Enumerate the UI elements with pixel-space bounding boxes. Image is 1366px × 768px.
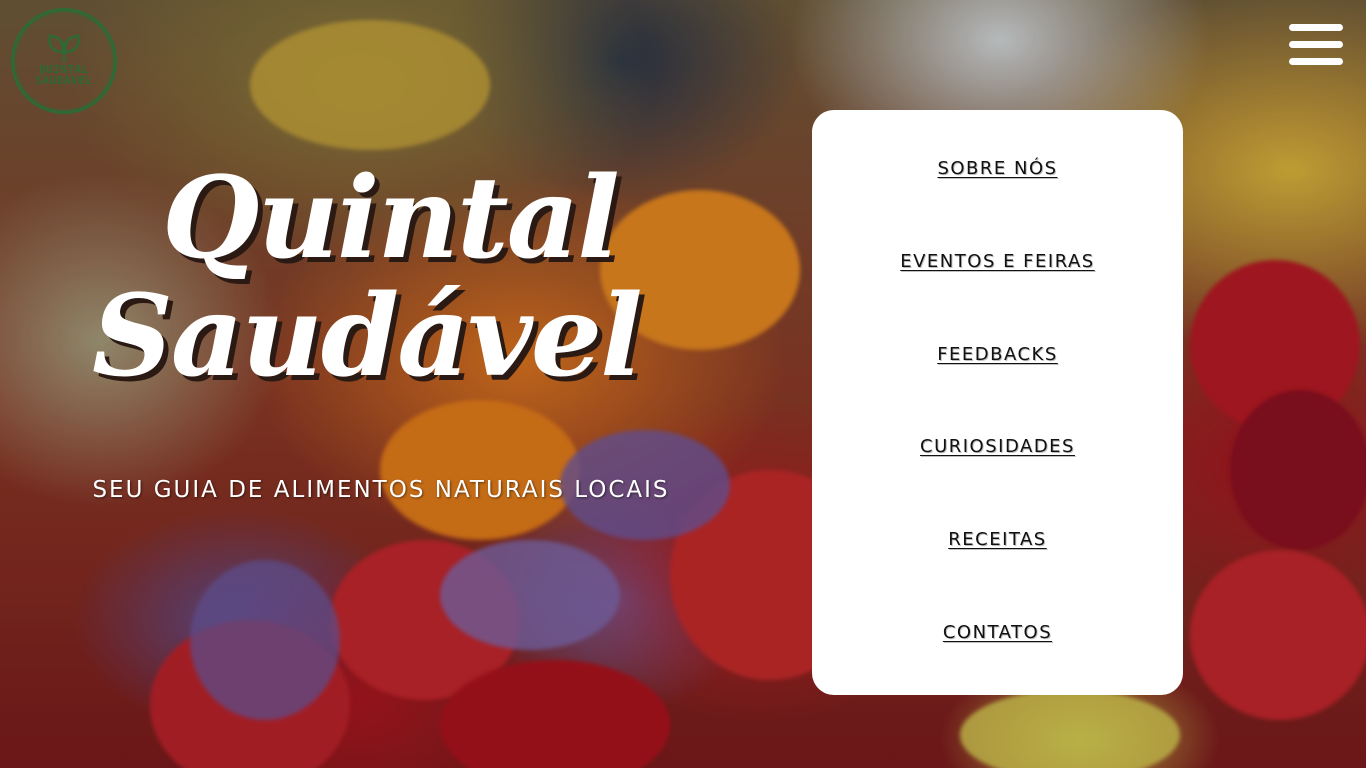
nav-item-eventos-e-feiras[interactable]: EVENTOS E FEIRAS — [812, 251, 1183, 272]
menu-bar — [1289, 58, 1343, 65]
nav-menu-panel: SOBRE NÓS EVENTOS E FEIRAS FEEDBACKS CUR… — [812, 110, 1183, 695]
hero-title: Quintal Saudável — [92, 160, 712, 396]
nav-item-receitas[interactable]: RECEITAS — [812, 529, 1183, 550]
nav-item-contatos[interactable]: CONTATOS — [812, 622, 1183, 643]
brand-logo[interactable]: QUINTAL SAUDÁVEL — [11, 8, 117, 114]
menu-bar — [1289, 41, 1343, 48]
nav-item-curiosidades[interactable]: CURIOSIDADES — [812, 436, 1183, 457]
nav-item-sobre-nos[interactable]: SOBRE NÓS — [812, 158, 1183, 179]
hamburger-menu-icon[interactable] — [1289, 24, 1343, 66]
logo-text-line2: SAUDÁVEL — [35, 74, 93, 87]
hero-tagline: SEU GUIA DE ALIMENTOS NATURAIS LOCAIS — [92, 477, 670, 503]
menu-bar — [1289, 24, 1343, 31]
nav-item-feedbacks[interactable]: FEEDBACKS — [812, 344, 1183, 365]
leaf-icon — [48, 34, 80, 63]
hero-title-line2: Saudável — [92, 271, 643, 402]
hero-title-line1: Quintal — [162, 153, 620, 284]
